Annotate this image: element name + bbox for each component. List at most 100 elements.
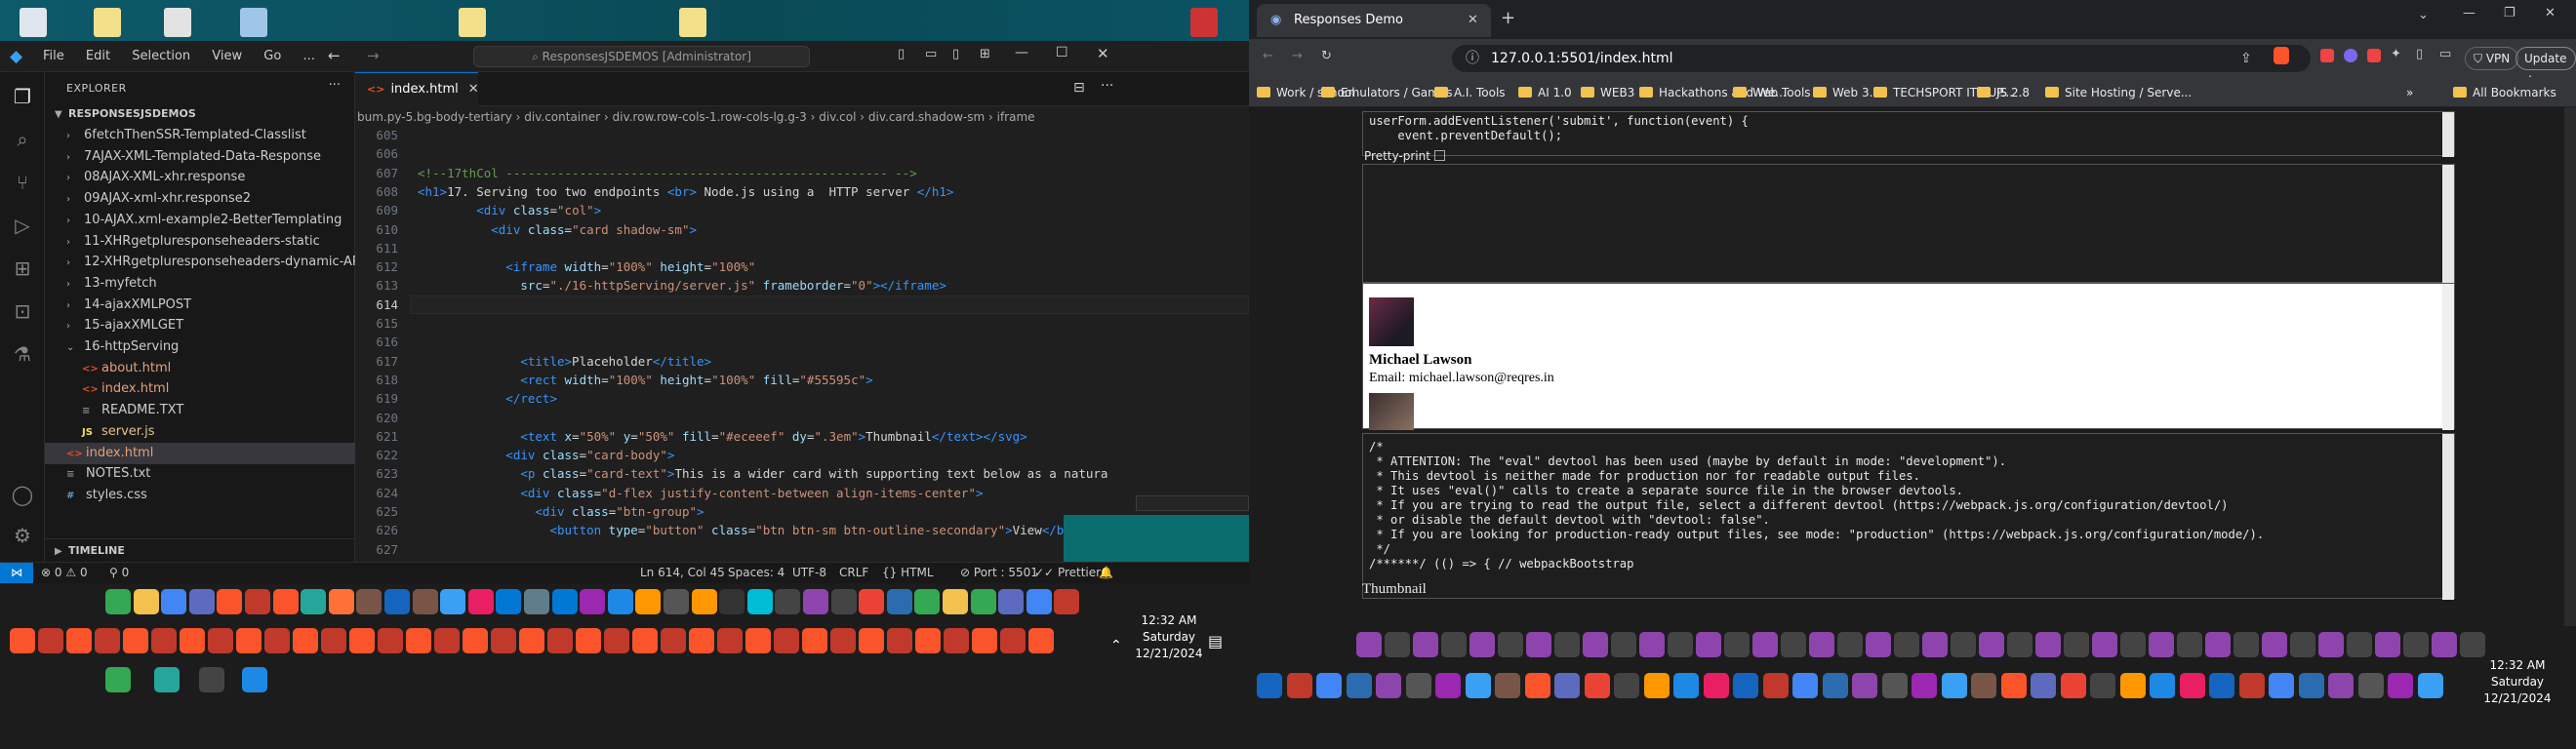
problems-indicator[interactable]: ⊗ 0 ⚠ 0 bbox=[41, 563, 88, 583]
taskbar-app-icon[interactable] bbox=[95, 628, 120, 653]
desktop-file-icon[interactable] bbox=[459, 8, 486, 37]
bookmark-folder[interactable]: Site Hosting / Serve... bbox=[2045, 78, 2192, 107]
taskbar-app-icon[interactable] bbox=[1000, 628, 1026, 653]
tree-item[interactable]: › 08AJAX-XML-xhr.response bbox=[45, 167, 355, 188]
taskbar-app-icon[interactable] bbox=[496, 589, 521, 614]
show-hidden-icons-chevron-icon[interactable]: ⌃ bbox=[1110, 638, 1122, 653]
taskbar-app-icon[interactable] bbox=[1866, 632, 1891, 657]
taskbar-app-icon[interactable] bbox=[1466, 673, 1491, 698]
taskbar-app-icon[interactable] bbox=[1809, 632, 1834, 657]
bookmark-folder[interactable]: A.I. Tools bbox=[1434, 78, 1506, 107]
breadcrumb-item[interactable]: div.container bbox=[524, 110, 600, 124]
taskbar-app-icon[interactable] bbox=[519, 628, 544, 653]
taskbar-app-icon[interactable] bbox=[2092, 632, 2117, 657]
taskbar-app-icon[interactable] bbox=[273, 589, 299, 614]
taskbar-app-icon[interactable] bbox=[1469, 632, 1495, 657]
taskbar-app-icon[interactable] bbox=[1435, 673, 1461, 698]
breadcrumb-item[interactable]: iframe bbox=[997, 110, 1035, 124]
taskbar-app-icon[interactable] bbox=[774, 628, 799, 653]
taskbar-app-icon[interactable] bbox=[802, 628, 827, 653]
taskbar-app-icon[interactable] bbox=[1724, 632, 1750, 657]
desktop-file-icon[interactable] bbox=[94, 8, 121, 37]
taskbar-app-icon[interactable] bbox=[608, 589, 633, 614]
more-actions-icon[interactable]: ··· bbox=[1101, 78, 1113, 94]
taskbar-app-icon[interactable] bbox=[1526, 632, 1551, 657]
toggle-secondary-sidebar-icon[interactable]: ▯ bbox=[952, 47, 959, 61]
taskbar-app-icon[interactable] bbox=[1028, 628, 1054, 653]
taskbar-app-icon[interactable] bbox=[2239, 673, 2265, 698]
taskbar-app-icon[interactable] bbox=[2460, 632, 2485, 657]
breadcrumb-item[interactable]: div.row.row-cols-1.row-cols-lg.g-3 bbox=[613, 110, 807, 124]
taskbar-app-icon[interactable] bbox=[1792, 673, 1818, 698]
restore-icon[interactable]: ❐ bbox=[2504, 6, 2516, 20]
taskbar-app-icon[interactable] bbox=[604, 628, 629, 653]
more-actions-icon[interactable]: ··· bbox=[329, 78, 341, 93]
taskbar-app-icon[interactable] bbox=[2180, 673, 2205, 698]
taskbar-app-icon[interactable] bbox=[998, 589, 1024, 614]
taskbar-app-icon[interactable] bbox=[10, 628, 35, 653]
taskbar-app-icon[interactable] bbox=[293, 628, 318, 653]
ports-indicator[interactable]: ⚲ 0 bbox=[109, 563, 129, 583]
taskbar-app-icon[interactable] bbox=[154, 667, 180, 692]
taskbar-app-icon[interactable] bbox=[719, 589, 745, 614]
tree-item[interactable]: › 10-AJAX.xml-example2-BetterTemplating bbox=[45, 210, 355, 231]
taskbar-app-icon[interactable] bbox=[552, 589, 578, 614]
taskbar-app-icon[interactable] bbox=[1763, 673, 1789, 698]
tab-search-icon[interactable]: ⌄ bbox=[2418, 8, 2429, 22]
taskbar-app-icon[interactable] bbox=[1287, 673, 1312, 698]
taskbar-app-icon[interactable] bbox=[38, 628, 63, 653]
brave-shields-icon[interactable] bbox=[2274, 47, 2289, 64]
taskbar-app-icon[interactable] bbox=[859, 589, 884, 614]
taskbar-app-icon[interactable] bbox=[384, 589, 410, 614]
taskbar-app-icon[interactable] bbox=[1356, 632, 1382, 657]
taskbar-app-icon[interactable] bbox=[1406, 673, 1431, 698]
taskbar-app-icon[interactable] bbox=[134, 589, 159, 614]
taskbar-app-icon[interactable] bbox=[1823, 673, 1848, 698]
taskbar-app-icon[interactable] bbox=[971, 589, 996, 614]
source-control-icon[interactable]: ⑂ bbox=[10, 170, 35, 195]
tree-item[interactable]: › 15-ajaxXMLGET bbox=[45, 315, 355, 336]
back-icon[interactable]: ← bbox=[1263, 49, 1273, 63]
taskbar-app-icon[interactable] bbox=[2205, 632, 2231, 657]
forward-icon[interactable]: → bbox=[1292, 49, 1303, 63]
taskbar-app-icon[interactable] bbox=[491, 628, 516, 653]
bookmark-folder[interactable]: AI 1.0 bbox=[1518, 78, 1572, 107]
close-icon[interactable]: ✕ bbox=[1097, 45, 1109, 62]
bookmark-folder[interactable]: Web 3.1 bbox=[1813, 78, 1880, 107]
taskbar-app-icon[interactable] bbox=[1644, 673, 1670, 698]
taskbar-app-icon[interactable] bbox=[199, 667, 224, 692]
taskbar-app-icon[interactable] bbox=[434, 628, 460, 653]
taskbar-app-icon[interactable] bbox=[547, 628, 573, 653]
page-scrollbar[interactable] bbox=[2564, 107, 2576, 626]
taskbar-app-icon[interactable] bbox=[1413, 632, 1438, 657]
taskbar-app-icon[interactable] bbox=[406, 628, 431, 653]
explorer-icon[interactable]: ❐ bbox=[10, 84, 35, 109]
menu-view[interactable]: View bbox=[212, 49, 242, 63]
iframe-scrollbar[interactable] bbox=[2442, 165, 2454, 284]
testing-icon[interactable]: ⚗ bbox=[10, 341, 35, 367]
taskbar-app-icon[interactable] bbox=[440, 589, 465, 614]
notification-center-icon[interactable]: ▤ bbox=[1208, 632, 1223, 650]
desktop-app-icon[interactable] bbox=[1190, 8, 1218, 37]
update-button[interactable]: Update ⋮ bbox=[2516, 47, 2576, 87]
find-widget[interactable] bbox=[1136, 495, 1249, 511]
tab-index-html[interactable]: <> index.html ✕ bbox=[355, 72, 479, 106]
split-editor-icon[interactable]: ⊟ bbox=[1073, 80, 1085, 96]
taskbar-app-icon[interactable] bbox=[217, 589, 242, 614]
extensions-icon[interactable]: ⊞ bbox=[10, 256, 35, 281]
tree-item[interactable]: <> index.html bbox=[45, 442, 355, 464]
end-of-line[interactable]: CRLF bbox=[839, 563, 868, 583]
extensions-puzzle-icon[interactable]: ✦ bbox=[2391, 47, 2401, 61]
site-info-icon[interactable]: ⓘ bbox=[1466, 45, 1479, 72]
taskbar-app-icon[interactable] bbox=[2347, 632, 2372, 657]
taskbar-app-icon[interactable] bbox=[2150, 673, 2175, 698]
tree-item[interactable]: <> index.html bbox=[45, 378, 355, 400]
taskbar-app-icon[interactable] bbox=[105, 589, 131, 614]
workspace-header[interactable]: ▼ RESPONSESJSDEMOS bbox=[45, 103, 355, 125]
address-bar[interactable]: ⓘ 127.0.0.1:5501/index.html ⇪ bbox=[1452, 45, 2311, 72]
taskbar-app-icon[interactable] bbox=[1912, 673, 1937, 698]
pretty-print-checkbox[interactable]: Pretty-print bbox=[1362, 146, 1445, 166]
taskbar-app-icon[interactable] bbox=[1376, 673, 1401, 698]
taskbar-app-icon[interactable] bbox=[1639, 632, 1665, 657]
taskbar-app-icon[interactable] bbox=[105, 667, 131, 692]
